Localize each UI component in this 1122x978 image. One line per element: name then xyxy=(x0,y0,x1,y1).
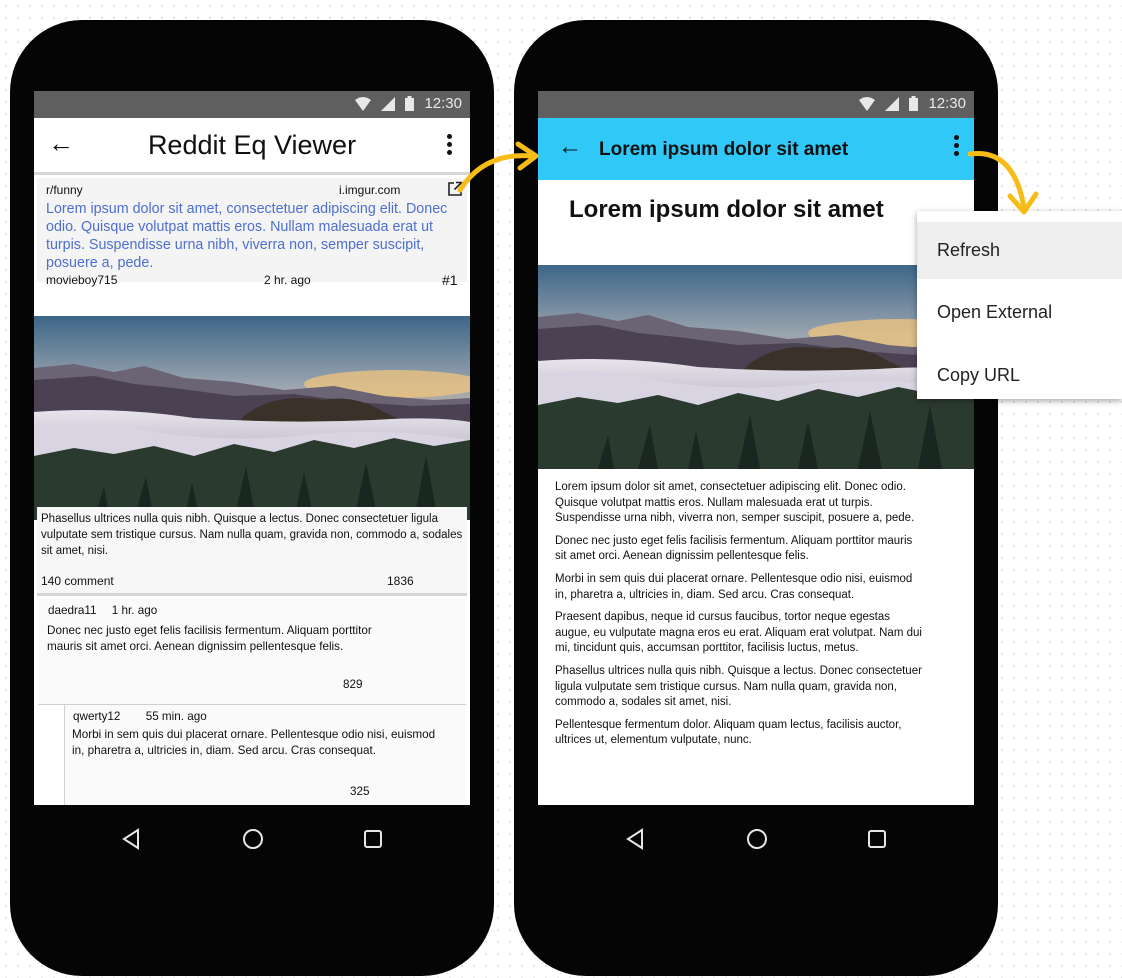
recents-square-icon[interactable] xyxy=(362,828,384,850)
comment-time: 1 hr. ago xyxy=(111,604,158,617)
article-heading: Lorem ipsum dolor sit amet xyxy=(569,196,884,223)
comment-text: Morbi in sem quis dui placerat ornare. P… xyxy=(72,728,436,757)
nav-bar xyxy=(10,828,494,888)
annotation-arrow-icon xyxy=(967,150,1039,215)
app-title: Lorem ipsum dolor sit amet xyxy=(599,139,849,160)
post-domain[interactable]: i.imgur.com xyxy=(339,183,400,197)
app-bar: ← Reddit Eq Viewer xyxy=(34,118,470,175)
back-triangle-icon[interactable] xyxy=(120,828,142,850)
status-time: 12:30 xyxy=(928,95,966,112)
app-bar: ← Lorem ipsum dolor sit amet xyxy=(538,118,974,180)
article-paragraph: Praesent dapibus, neque id cursus faucib… xyxy=(555,611,922,655)
menu-item-copy-url[interactable]: Copy URL xyxy=(917,347,1122,404)
battery-icon xyxy=(909,96,919,111)
article-paragraph: Phasellus ultrices nulla quis nibh. Quis… xyxy=(555,664,922,709)
recents-square-icon[interactable] xyxy=(866,828,888,850)
overflow-menu: Refresh Open External Copy URL xyxy=(917,211,1122,399)
post-body: Phasellus ultrices nulla quis nibh. Quis… xyxy=(37,507,467,596)
wifi-icon xyxy=(355,96,372,111)
app-title: Reddit Eq Viewer xyxy=(147,130,357,160)
status-bar: 12:30 xyxy=(34,91,470,118)
annotation-arrow-icon xyxy=(457,141,539,193)
comment-author[interactable]: qwerty12 xyxy=(73,710,120,723)
right-phone-frame: 12:30 ← Lorem ipsum dolor sit amet Lorem… xyxy=(514,20,998,976)
arrow-left-icon[interactable]: ← xyxy=(558,133,582,161)
comment-item-nested: qwerty12 55 min. ago Morbi in sem quis d… xyxy=(64,705,466,805)
menu-item-refresh[interactable]: Refresh xyxy=(917,222,1122,279)
post-subreddit[interactable]: r/funny xyxy=(46,183,83,197)
article-paragraph: Donec nec justo eget felis facilisis fer… xyxy=(555,534,913,563)
article-paragraph: Morbi in sem quis dui placerat ornare. P… xyxy=(555,572,913,601)
comment-score: 829 xyxy=(343,678,363,691)
home-circle-icon[interactable] xyxy=(746,828,768,850)
post-score: 1836 xyxy=(387,574,414,588)
wifi-icon xyxy=(859,96,876,111)
article-paragraph: Pellentesque fermentum dolor. Aliquam qu… xyxy=(555,718,902,747)
post-time: 2 hr. ago xyxy=(264,273,311,287)
comment-item: daedra11 1 hr. ago Donec nec justo eget … xyxy=(38,599,466,705)
left-phone-frame: 12:30 ← Reddit Eq Viewer r/funny i.imgur… xyxy=(10,20,494,976)
comment-time: 55 min. ago xyxy=(145,710,207,723)
left-phone-screen: 12:30 ← Reddit Eq Viewer r/funny i.imgur… xyxy=(34,91,470,805)
comment-score: 325 xyxy=(350,785,370,798)
more-vert-icon[interactable] xyxy=(447,134,453,158)
article-paragraph: Lorem ipsum dolor sit amet, consectetuer… xyxy=(555,481,915,525)
post-body-text: Phasellus ultrices nulla quis nibh. Quis… xyxy=(41,513,463,557)
more-vert-icon[interactable] xyxy=(954,135,960,159)
menu-item-open-external[interactable]: Open External xyxy=(917,284,1122,341)
post-author[interactable]: movieboy715 xyxy=(46,273,117,287)
home-circle-icon[interactable] xyxy=(242,828,264,850)
nav-bar xyxy=(514,828,998,888)
signal-icon xyxy=(885,96,900,111)
signal-icon xyxy=(381,96,396,111)
post-rank: #1 xyxy=(442,272,458,288)
comment-count[interactable]: 140 comment xyxy=(41,574,114,588)
status-time: 12:30 xyxy=(424,95,462,112)
comment-text: Donec nec justo eget felis facilisis fer… xyxy=(47,624,372,653)
post-image[interactable] xyxy=(34,316,470,520)
comment-author[interactable]: daedra11 xyxy=(48,604,97,617)
right-phone-screen: 12:30 ← Lorem ipsum dolor sit amet Lorem… xyxy=(538,91,974,805)
article-image xyxy=(538,265,974,469)
status-bar: 12:30 xyxy=(538,91,974,118)
post-header-card[interactable]: r/funny i.imgur.com Lorem ipsum dolor si… xyxy=(37,178,467,288)
back-triangle-icon[interactable] xyxy=(624,828,646,850)
post-title[interactable]: Lorem ipsum dolor sit amet, consectetuer… xyxy=(46,200,461,272)
battery-icon xyxy=(405,96,415,111)
article-body: Lorem ipsum dolor sit amet, consectetuer… xyxy=(555,480,925,756)
